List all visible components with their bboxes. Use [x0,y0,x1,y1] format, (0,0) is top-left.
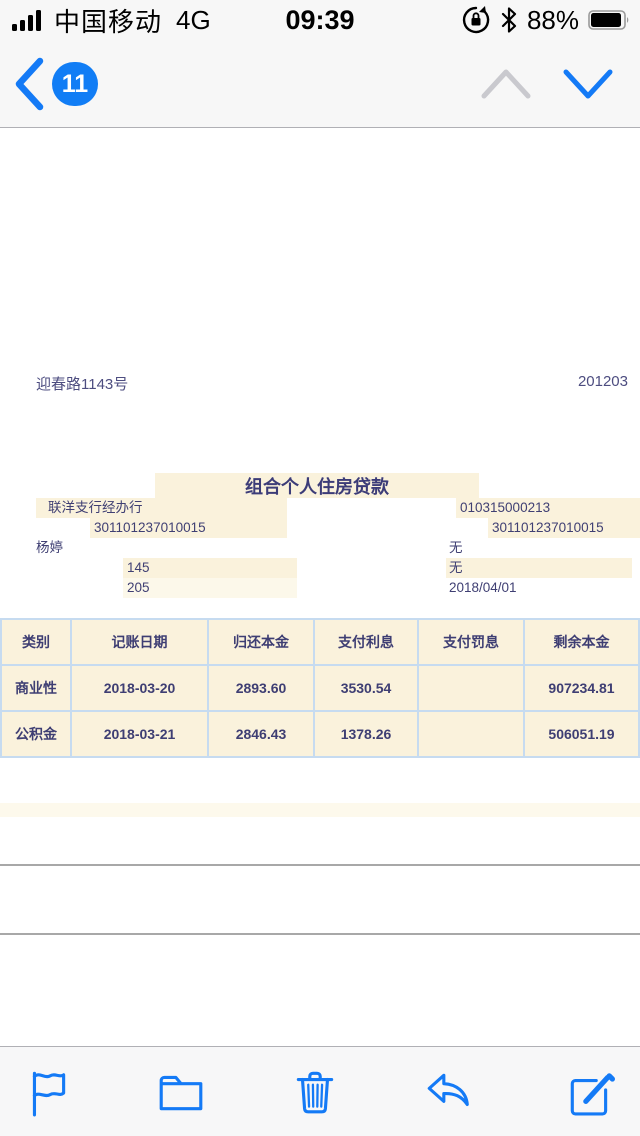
flag-button[interactable] [16,1057,80,1127]
repayment-table: 类别 记账日期 归还本金 支付利息 支付罚息 剩余本金 商业性 2018-03-… [0,618,640,758]
back-chevron-icon [14,56,44,112]
table-header-category: 类别 [2,620,70,664]
battery-percent-label: 88% [526,4,579,35]
table-cell: 907234.81 [525,666,638,710]
separator-line [0,933,640,935]
separator-line [0,864,640,866]
previous-message-button[interactable] [478,58,534,110]
table-cell: 2018-03-21 [72,712,207,756]
table-cell: 3530.54 [315,666,417,710]
chevron-down-icon [562,64,614,104]
field-account-left: 301101237010015 [90,518,287,538]
table-header-penalty: 支付罚息 [419,620,523,664]
table-cell [419,666,523,710]
field-code: 010315000213 [456,498,640,518]
table-header-remaining: 剩余本金 [525,620,638,664]
postcode-text: 201203 [577,373,628,390]
empty-highlight-row [0,803,640,817]
bluetooth-icon [500,6,518,34]
flag-icon [23,1066,73,1118]
field-name: 杨婷 [36,540,63,555]
table-cell: 公积金 [2,712,70,756]
trash-icon [290,1066,340,1118]
field-account-right: 301101237010015 [488,518,640,538]
email-body: 迎春路1143号 201203 组合个人住房贷款 联洋支行经办行 0103150… [0,129,640,1046]
table-header-interest: 支付利息 [315,620,417,664]
table-cell: 506051.19 [525,712,638,756]
chevron-up-icon [480,64,532,104]
orientation-lock-icon [461,5,491,35]
table-header-date: 记账日期 [72,620,207,664]
table-cell: 商业性 [2,666,70,710]
reply-button[interactable] [416,1057,480,1127]
table-cell: 2893.60 [209,666,313,710]
next-message-button[interactable] [560,58,616,110]
table-header-principal: 归还本金 [209,620,313,664]
field-date: 2018/04/01 [449,580,517,595]
move-to-folder-button[interactable] [149,1057,213,1127]
field-branch: 联洋支行经办行 [36,498,287,518]
field-205: 205 [123,578,297,598]
compose-button[interactable] [558,1057,622,1127]
folder-icon [156,1066,206,1118]
field-none-1: 无 [449,540,463,555]
compose-icon [565,1066,615,1118]
battery-icon [588,10,630,30]
document-title: 组合个人住房贷款 [155,473,479,498]
table-cell: 1378.26 [315,712,417,756]
status-bar: 中国移动 4G 09:39 88% [0,0,640,40]
field-none-2: 无 [446,558,632,578]
address-text: 迎春路1143号 [36,376,129,393]
unread-count-badge: 11 [52,62,98,106]
table-cell: 2846.43 [209,712,313,756]
back-button[interactable]: 11 [14,48,134,120]
nav-bar: 11 [0,40,640,128]
mail-app-screen: 中国移动 4G 09:39 88% 11 迎春路1143号 201203 组合个… [0,0,640,1136]
reply-icon [423,1066,473,1118]
trash-button[interactable] [283,1057,347,1127]
mail-toolbar [0,1046,640,1136]
field-145: 145 [123,558,297,578]
table-cell: 2018-03-20 [72,666,207,710]
status-right: 88% [461,0,630,40]
table-cell [419,712,523,756]
